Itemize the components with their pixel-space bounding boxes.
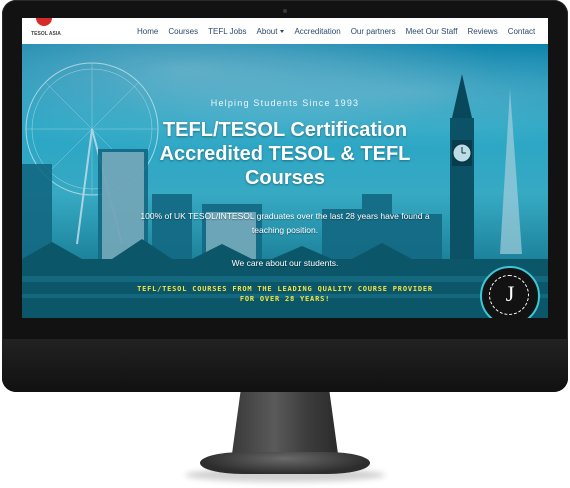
chat-badge[interactable]: J bbox=[480, 266, 540, 318]
monitor-stand bbox=[232, 392, 338, 454]
nav-contact[interactable]: Contact bbox=[503, 27, 541, 36]
top-navbar: TESOL ASIA Home Courses TEFL Jobs About … bbox=[22, 18, 548, 44]
hero-title: TEFL/TESOL Certification Accredited TESO… bbox=[112, 118, 458, 190]
promo-line-2: FOR OVER 28 YEARS! bbox=[239, 295, 331, 303]
nav-reviews[interactable]: Reviews bbox=[462, 27, 502, 36]
nav-tefl-jobs[interactable]: TEFL Jobs bbox=[203, 27, 251, 36]
site-logo[interactable]: TESOL ASIA bbox=[24, 18, 64, 42]
nav-home[interactable]: Home bbox=[132, 27, 163, 36]
badge-letter: J bbox=[505, 281, 515, 306]
nav-about-label: About bbox=[256, 26, 278, 36]
logo-text: TESOL ASIA bbox=[31, 31, 61, 37]
caret-down-icon bbox=[280, 29, 285, 33]
hero-description: 100% of UK TESOL/INTESOL graduates over … bbox=[140, 211, 430, 235]
main-nav: Home Courses TEFL Jobs About Accreditati… bbox=[132, 18, 540, 44]
hero-title-line-3: Courses bbox=[244, 167, 326, 189]
hero-section: Helping Students Since 1993 TEFL/TESOL C… bbox=[22, 44, 548, 318]
nav-courses[interactable]: Courses bbox=[163, 27, 203, 36]
browser-screen: Helping Students Since 1993 TEFL/TESOL C… bbox=[22, 18, 548, 318]
webcam bbox=[283, 9, 287, 13]
nav-about[interactable]: About bbox=[252, 27, 290, 36]
promo-banner: TEFL/TESOL COURSES FROM THE LEADING QUAL… bbox=[122, 284, 448, 304]
monitor-base bbox=[200, 452, 370, 474]
nav-our-partners[interactable]: Our partners bbox=[346, 27, 401, 36]
hero-title-line-2: Accredited TESOL & TEFL bbox=[159, 143, 411, 165]
nav-accreditation[interactable]: Accreditation bbox=[289, 27, 345, 36]
hero-tagline: Helping Students Since 1993 bbox=[210, 98, 360, 108]
monitor-chin bbox=[2, 339, 568, 392]
hero-title-line-1: TEFL/TESOL Certification bbox=[162, 119, 408, 141]
nav-meet-our-staff[interactable]: Meet Our Staff bbox=[401, 27, 463, 36]
heart-icon bbox=[36, 18, 52, 26]
hero-care-text: We care about our students. bbox=[231, 258, 339, 268]
promo-line-1: TEFL/TESOL COURSES FROM THE LEADING QUAL… bbox=[137, 285, 433, 293]
